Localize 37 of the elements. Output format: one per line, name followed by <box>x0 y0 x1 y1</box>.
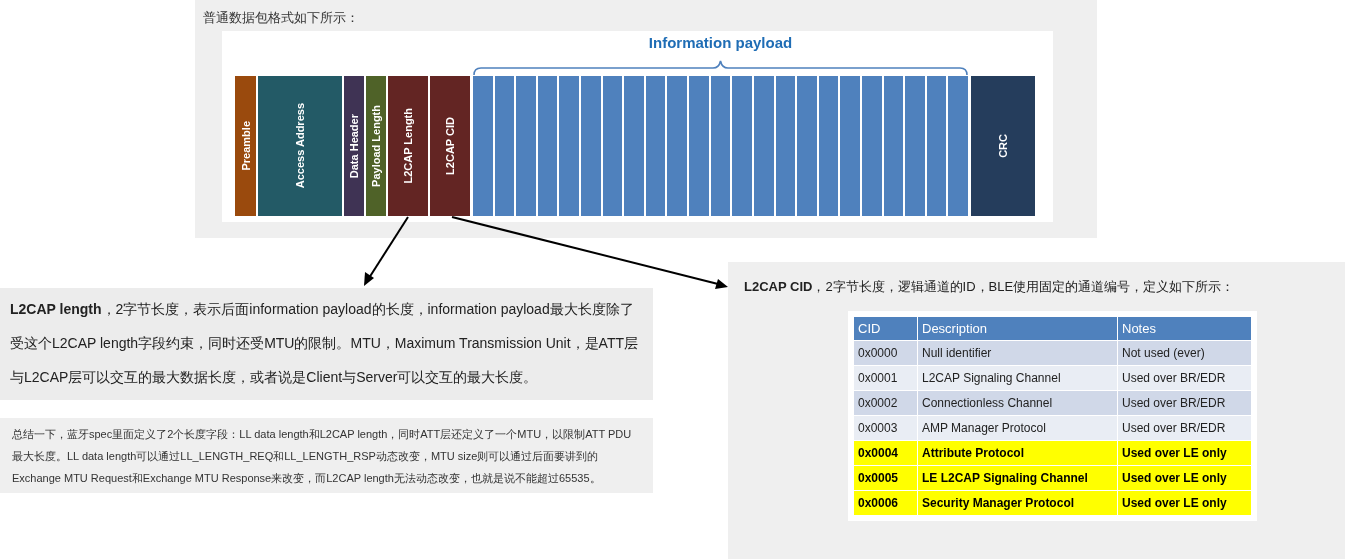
table-cell: L2CAP Signaling Channel <box>918 366 1117 390</box>
table-cell: Used over LE only <box>1118 466 1251 490</box>
table-cell: 0x0006 <box>854 491 917 515</box>
packet-field: L2CAP CID <box>430 76 470 216</box>
payload-title: Information payload <box>648 34 793 51</box>
table-cell: Attribute Protocol <box>918 441 1117 465</box>
table-cell: Used over BR/EDR <box>1118 391 1251 415</box>
summary-paragraph: 总结一下，蓝牙spec里面定义了2个长度字段：LL data length和L2CAP length，同时ATT层还定义了一个MTU，以限制ATT PDU最大长度。LL data length可以通过LL_LENGTH_REQ和LL_LENGTH_RSP动态改变，MTU size则可以通过后面要讲到的Exchange MTU Request和Exchange MTU Response来改变，而L2CAP length无法动态改变，也就是说不能超过65535。 <box>0 418 653 493</box>
packet-field: L2CAP Length <box>388 76 428 216</box>
table-cell: 0x0004 <box>854 441 917 465</box>
table-cell: LE L2CAP Signaling Channel <box>918 466 1117 490</box>
packet-field: CRC <box>971 76 1035 216</box>
column-header: Notes <box>1118 317 1251 340</box>
table-cell: Used over LE only <box>1118 441 1251 465</box>
length-description: L2CAP length，2字节长度，表示后面information payload的长度，information payload最大长度除了受这个L2CAP length字段约束，同时还受MTU的限制。MTU，Maximum Transmission Unit，是ATT层与L2CAP层可以交互的最大数据长度，或者说是Client与Server可以交互的最大长度。 <box>0 288 653 400</box>
table-cell: Used over BR/EDR <box>1118 416 1251 440</box>
caption: 普通数据包格式如下所示： <box>203 9 359 27</box>
column-header: CID <box>854 317 917 340</box>
table-cell: AMP Manager Protocol <box>918 416 1117 440</box>
table-cell: 0x0001 <box>854 366 917 390</box>
pointer-arrow <box>364 216 409 286</box>
table-cell: Used over LE only <box>1118 491 1251 515</box>
table-cell: 0x0003 <box>854 416 917 440</box>
cid-description: L2CAP CID，2字节长度，逻辑通道的ID，BLE使用固定的通道编号，定义如下所示： <box>744 278 1236 296</box>
table-cell: 0x0005 <box>854 466 917 490</box>
table-cell: Null identifier <box>918 341 1117 365</box>
table-cell: 0x0002 <box>854 391 917 415</box>
table-cell: Used over BR/EDR <box>1118 366 1251 390</box>
packet-field: Data Header <box>344 76 364 216</box>
table-cell: Security Manager Protocol <box>918 491 1117 515</box>
table-cell: Not used (ever) <box>1118 341 1251 365</box>
table-cell: 0x0000 <box>854 341 917 365</box>
packet-field: Payload Length <box>366 76 386 216</box>
table-cell: Connectionless Channel <box>918 391 1117 415</box>
packet-field: Preamble <box>235 76 256 216</box>
column-header: Description <box>918 317 1117 340</box>
packet-field: Access Address <box>258 76 342 216</box>
